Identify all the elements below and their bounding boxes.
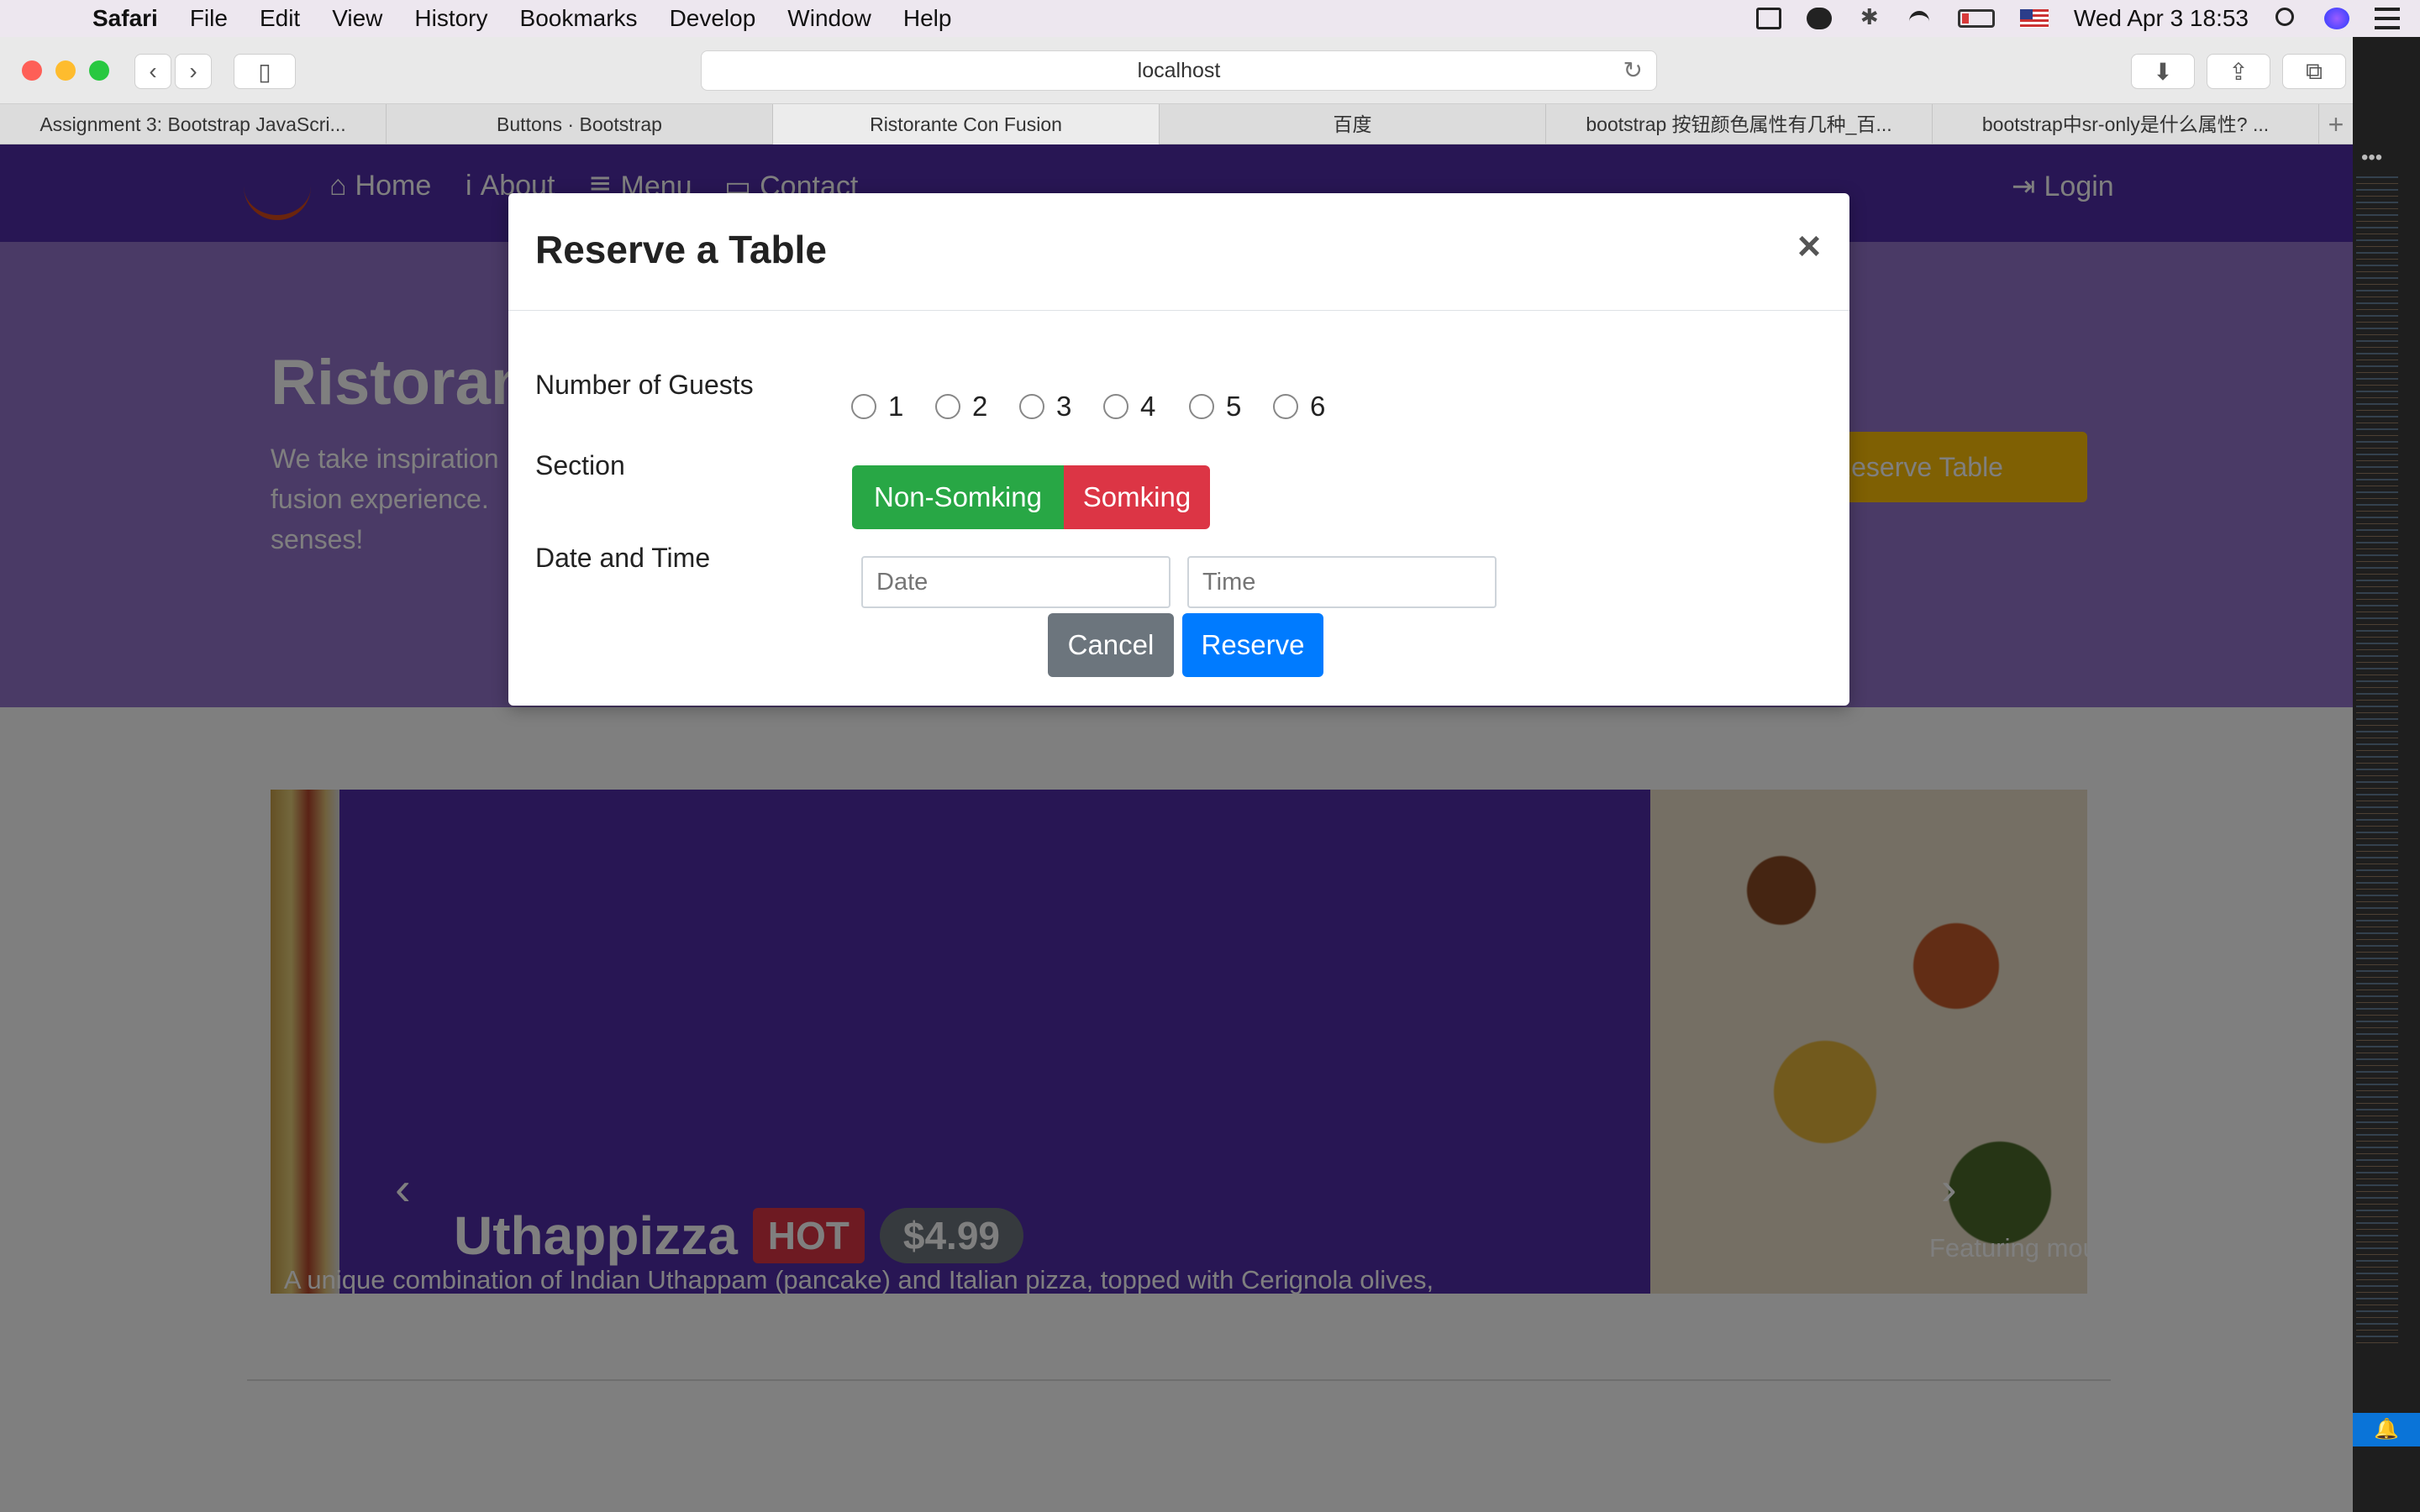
wifi-icon[interactable] [1907, 8, 1933, 29]
browser-toolbar: ‹ › ▯ localhost ↻ ⬇ ⇪ ⧉ [0, 37, 2353, 104]
chevron-right-icon: › [189, 58, 197, 84]
tab-ristorante[interactable]: Ristorante Con Fusion [773, 104, 1160, 144]
menu-window[interactable]: Window [787, 5, 871, 32]
tab-sr-only[interactable]: bootstrap中sr-only是什么属性? ... [1933, 104, 2319, 144]
guests-radio-6[interactable]: 6 [1273, 391, 1325, 423]
radio-label: 5 [1226, 391, 1242, 422]
siri-icon[interactable] [2324, 8, 2349, 29]
forward-button[interactable]: › [175, 54, 212, 89]
radio-label: 6 [1310, 391, 1326, 422]
radio-label: 3 [1056, 391, 1072, 422]
radio-label: 4 [1140, 391, 1156, 422]
macos-menu-bar: Safari File Edit View History Bookmarks … [0, 0, 2420, 37]
guests-label: Number of Guests [535, 370, 754, 400]
smoking-button[interactable]: Somking [1064, 465, 1210, 529]
menu-help[interactable]: Help [903, 5, 952, 32]
sidebar-icon: ▯ [258, 58, 271, 85]
address-bar[interactable]: localhost ↻ [701, 50, 1657, 91]
more-icon[interactable]: ••• [2361, 146, 2382, 170]
date-input[interactable] [861, 556, 1171, 608]
window-manager-icon[interactable] [1755, 8, 1781, 29]
guests-radio-1[interactable]: 1 [851, 391, 903, 423]
status-area: Wed Apr 3 18:53 [1755, 0, 2400, 37]
guests-radio-5[interactable]: 5 [1189, 391, 1241, 423]
radio-circle[interactable] [935, 394, 960, 419]
share-icon: ⇪ [2228, 58, 2249, 85]
menu-develop[interactable]: Develop [670, 5, 756, 32]
radio-circle[interactable] [851, 394, 876, 419]
guests-radio-4[interactable]: 4 [1103, 391, 1155, 423]
guests-radio-3[interactable]: 3 [1019, 391, 1071, 423]
time-input[interactable] [1187, 556, 1497, 608]
close-icon[interactable]: × [1797, 223, 1821, 270]
menu-edit[interactable]: Edit [260, 5, 300, 32]
radio-label: 1 [888, 391, 904, 422]
cancel-button[interactable]: Cancel [1048, 613, 1174, 677]
wechat-icon[interactable] [1806, 8, 1832, 29]
modal-title: Reserve a Table [535, 228, 827, 271]
new-tab-button[interactable]: + [2319, 104, 2353, 144]
share-button[interactable]: ⇪ [2207, 54, 2270, 89]
close-window-button[interactable] [22, 60, 42, 81]
radio-circle[interactable] [1273, 394, 1298, 419]
menu-history[interactable]: History [414, 5, 487, 32]
back-button[interactable]: ‹ [134, 54, 171, 89]
modal-header: Reserve a Table × [508, 193, 1849, 311]
reserve-table-modal: Reserve a Table × Number of Guests 1 2 3… [508, 193, 1849, 706]
reload-icon[interactable]: ↻ [1623, 51, 1643, 90]
tab-overview-button[interactable]: ⧉ [2282, 54, 2346, 89]
address-text: localhost [1137, 59, 1221, 82]
chevron-left-icon: ‹ [149, 58, 157, 84]
menu-bookmarks[interactable]: Bookmarks [520, 5, 638, 32]
code-editor-minimap: ••• 🔔 [2353, 37, 2420, 1512]
download-icon: ⬇ [2153, 58, 2173, 85]
radio-circle[interactable] [1189, 394, 1214, 419]
radio-circle[interactable] [1019, 394, 1044, 419]
notification-bell-icon[interactable]: 🔔 [2353, 1413, 2420, 1446]
section-label: Section [535, 450, 625, 480]
spotlight-search-icon[interactable] [2274, 8, 2299, 29]
datetime-label: Date and Time [535, 543, 711, 573]
minimize-window-button[interactable] [55, 60, 76, 81]
tab-bootstrap-colors[interactable]: bootstrap 按钮颜色属性有几种_百... [1546, 104, 1933, 144]
radio-circle[interactable] [1103, 394, 1128, 419]
menu-app-name[interactable]: Safari [92, 5, 158, 32]
tabs-icon: ⧉ [2306, 57, 2323, 84]
non-smoking-button[interactable]: Non-Somking [852, 465, 1064, 529]
guests-radio-2[interactable]: 2 [935, 391, 987, 423]
input-source-flag-icon[interactable] [2019, 9, 2049, 28]
menu-file[interactable]: File [190, 5, 228, 32]
bluetooth-icon[interactable] [1857, 4, 1882, 30]
reserve-button[interactable]: Reserve [1182, 613, 1323, 677]
downloads-button[interactable]: ⬇ [2131, 54, 2195, 89]
tab-baidu[interactable]: 百度 [1160, 104, 1546, 144]
menu-view[interactable]: View [332, 5, 382, 32]
radio-label: 2 [972, 391, 988, 422]
battery-icon[interactable] [1957, 9, 1995, 28]
tab-assignment[interactable]: Assignment 3: Bootstrap JavaScri... [0, 104, 387, 144]
menu-clock[interactable]: Wed Apr 3 18:53 [2074, 5, 2249, 32]
notification-center-icon[interactable] [2375, 8, 2400, 29]
tab-bar: Assignment 3: Bootstrap JavaScri... Butt… [0, 104, 2353, 144]
sidebar-toggle-button[interactable]: ▯ [234, 54, 296, 89]
tab-buttons-bootstrap[interactable]: Buttons · Bootstrap [387, 104, 773, 144]
fullscreen-window-button[interactable] [89, 60, 109, 81]
web-page: ⌂ Home i About ≣ Menu ▭ Contact ⇥ Login … [0, 144, 2353, 1512]
minimap-lines [2356, 171, 2398, 1347]
